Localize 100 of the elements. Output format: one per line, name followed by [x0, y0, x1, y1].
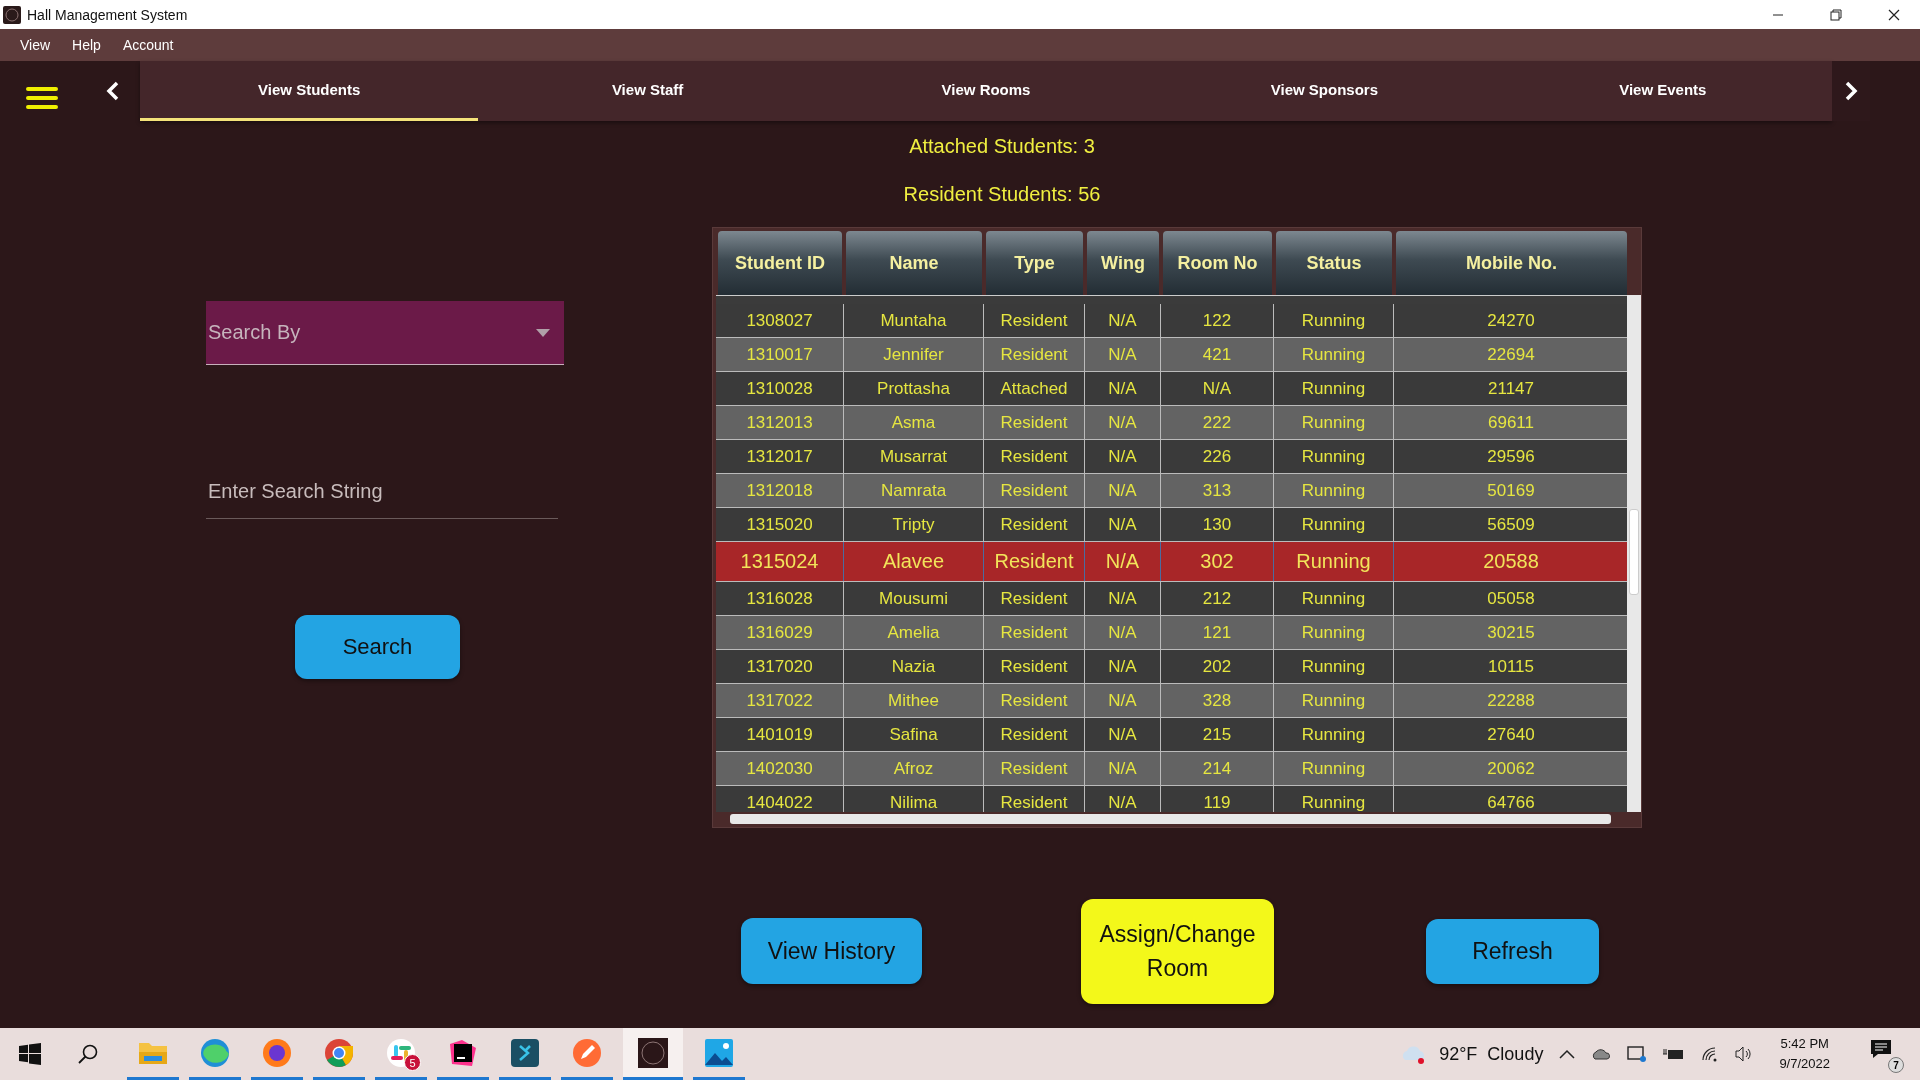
- photos-icon: [704, 1037, 734, 1068]
- menu-item[interactable]: Account: [122, 37, 174, 53]
- table-cell: N/A: [1085, 752, 1161, 785]
- table-cell: 130: [1161, 508, 1274, 541]
- table-row[interactable]: 1312017 Musarrat Resident N/A 226 Running 29596: [716, 440, 1628, 474]
- table-row[interactable]: 1316028 Mousumi Resident N/A 212 Running 05058: [716, 582, 1628, 616]
- table-cell: N/A: [1085, 650, 1161, 683]
- table-cell: 1310028: [716, 372, 844, 405]
- column-header[interactable]: Student ID: [718, 231, 842, 295]
- table-row[interactable]: 1312013 Asma Resident N/A 222 Running 69611: [716, 406, 1628, 440]
- notification-badge: 5: [404, 1054, 421, 1071]
- tab[interactable]: View Staff: [478, 61, 817, 121]
- table-row[interactable]: 1312018 Namrata Resident N/A 313 Running 50169: [716, 474, 1628, 508]
- action-button[interactable]: View History: [741, 918, 922, 984]
- column-header[interactable]: Room No: [1163, 231, 1272, 295]
- tab[interactable]: View Events: [1493, 61, 1833, 121]
- column-header[interactable]: Type: [986, 231, 1083, 295]
- table-cell: N/A: [1161, 372, 1274, 405]
- search-button[interactable]: Search: [295, 615, 460, 679]
- table-cell: Resident: [984, 406, 1085, 439]
- column-header[interactable]: Name: [846, 231, 982, 295]
- table-cell: Prottasha: [844, 372, 984, 405]
- edge-icon: [200, 1037, 230, 1068]
- close-icon[interactable]: [1888, 8, 1900, 21]
- taskbar-app[interactable]: 5: [375, 1028, 427, 1080]
- table-row[interactable]: 1310017 Jennifer Resident N/A 421 Running 22694: [716, 338, 1628, 372]
- table-cell: 1317022: [716, 684, 844, 717]
- table-cell: Namrata: [844, 474, 984, 507]
- weather-condition[interactable]: Cloudy: [1487, 1043, 1544, 1065]
- menu-item[interactable]: Help: [72, 37, 101, 53]
- restore-icon[interactable]: [1830, 8, 1842, 21]
- search-by-dropdown[interactable]: Search By: [206, 301, 564, 365]
- weather-temperature[interactable]: 92°F: [1439, 1043, 1478, 1065]
- table-row[interactable]: 1315020 Tripty Resident N/A 130 Running 56509: [716, 508, 1628, 542]
- cloud-icon[interactable]: [1591, 1047, 1612, 1061]
- table-cell: Resident: [984, 684, 1085, 717]
- search-icon[interactable]: [77, 1043, 99, 1065]
- table-cell: 302: [1161, 542, 1274, 581]
- menu-icon[interactable]: [26, 86, 58, 110]
- table-cell: 1316028: [716, 582, 844, 615]
- table-cell: Tripty: [844, 508, 984, 541]
- table-row[interactable]: 1402030 Afroz Resident N/A 214 Running 20062: [716, 752, 1628, 786]
- clock-time[interactable]: 5:42 PM: [1780, 1034, 1829, 1054]
- table-cell: 1402030: [716, 752, 844, 785]
- table-cell: N/A: [1085, 582, 1161, 615]
- search-field[interactable]: Enter Search String: [206, 465, 558, 519]
- column-header[interactable]: Status: [1276, 231, 1392, 295]
- notification-count: 7: [1888, 1057, 1904, 1073]
- table-cell: 215: [1161, 718, 1274, 751]
- table-cell: N/A: [1085, 718, 1161, 751]
- table-cell: Mithee: [844, 684, 984, 717]
- table-cell: N/A: [1085, 338, 1161, 371]
- windows-icon[interactable]: [19, 1043, 41, 1065]
- table-cell: Resident: [984, 304, 1085, 337]
- table-row[interactable]: 1317020 Nazia Resident N/A 202 Running 10115: [716, 650, 1628, 684]
- table-cell: Running: [1274, 718, 1394, 751]
- table-cell: N/A: [1085, 304, 1161, 337]
- table-cell: Safina: [844, 718, 984, 751]
- table-cell: 212: [1161, 582, 1274, 615]
- table-cell: N/A: [1085, 542, 1161, 581]
- table-cell: Resident: [984, 542, 1085, 581]
- horizontal-scrollbar[interactable]: [730, 814, 1611, 824]
- table-row[interactable]: 1308027 Muntaha Resident N/A 122 Running 24270: [716, 304, 1628, 338]
- menu-item[interactable]: View: [20, 37, 51, 53]
- chevron-left-icon[interactable]: [106, 81, 120, 101]
- table-cell: Asma: [844, 406, 984, 439]
- clock-date[interactable]: 9/7/2022: [1779, 1054, 1830, 1074]
- taskbar-app[interactable]: [623, 1028, 683, 1080]
- table-cell: N/A: [1085, 474, 1161, 507]
- firefox-icon: [262, 1037, 292, 1068]
- tab[interactable]: View Rooms: [816, 61, 1156, 121]
- table-cell: 1401019: [716, 718, 844, 751]
- table-row[interactable]: 1310028 Prottasha Attached N/A N/A Running 21147: [716, 372, 1628, 406]
- action-button[interactable]: Assign/Change Room: [1081, 898, 1274, 1004]
- table-cell: 1316029: [716, 616, 844, 649]
- column-header[interactable]: Wing: [1087, 231, 1159, 295]
- table-cell: Resident: [984, 440, 1085, 473]
- stat-text: Attached Students: 3: [909, 134, 1095, 159]
- action-button[interactable]: Refresh: [1426, 918, 1599, 984]
- monitor-icon[interactable]: [1627, 1045, 1648, 1063]
- table-cell: N/A: [1085, 406, 1161, 439]
- table-cell: Musarrat: [844, 440, 984, 473]
- vertical-scrollbar[interactable]: [1627, 295, 1641, 812]
- chevron-right-icon[interactable]: [1844, 81, 1858, 101]
- battery-icon[interactable]: [1663, 1047, 1686, 1061]
- table-row[interactable]: 1401019 Safina Resident N/A 215 Running 27640: [716, 718, 1628, 752]
- table-cell: 121: [1161, 616, 1274, 649]
- table-cell: N/A: [1085, 440, 1161, 473]
- window-title: Hall Management System: [27, 6, 188, 23]
- column-header[interactable]: Mobile No.: [1396, 231, 1627, 295]
- tab[interactable]: View Sponsors: [1155, 61, 1494, 121]
- table-row[interactable]: 1317022 Mithee Resident N/A 328 Running 22288: [716, 684, 1628, 718]
- table-cell: N/A: [1085, 684, 1161, 717]
- table-row[interactable]: 1316029 Amelia Resident N/A 121 Running 30215: [716, 616, 1628, 650]
- table-row[interactable]: 1315024 Alavee Resident N/A 302 Running 20588: [716, 542, 1628, 582]
- chevron-up-icon[interactable]: [1559, 1049, 1576, 1059]
- notification-icon[interactable]: [1870, 1039, 1892, 1059]
- table-cell: Running: [1274, 304, 1394, 337]
- table-cell: Running: [1274, 440, 1394, 473]
- tab[interactable]: View Students: [140, 61, 479, 121]
